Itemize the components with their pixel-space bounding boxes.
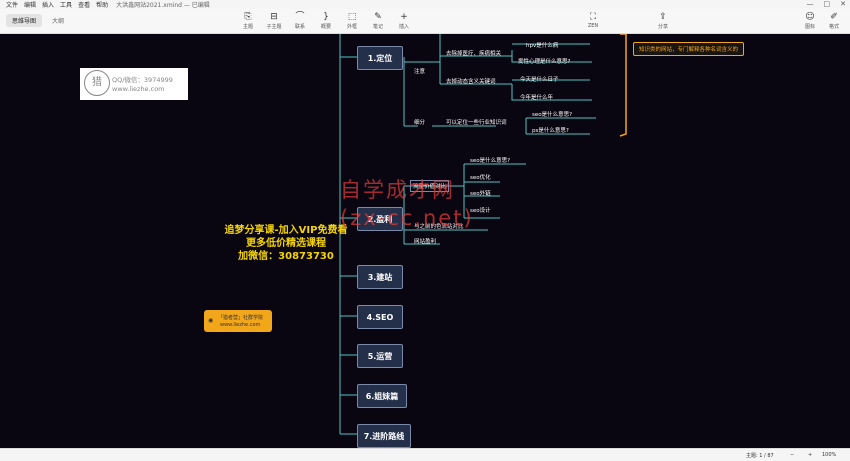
boundary-label: 外框 (346, 24, 357, 30)
subtopic-medical[interactable]: 去除掉医疗、疾病相关 (446, 49, 501, 57)
format-button[interactable]: ✐ 格式 (821, 11, 847, 30)
note-label: 笔记 (372, 24, 383, 30)
maximize-button[interactable]: □ (824, 0, 831, 8)
minimize-button[interactable]: — (807, 0, 814, 8)
note-knowledge[interactable]: 知识类的网站，专门解释各种名词含义的 (633, 42, 745, 56)
document-title: 大洪鑫网站2021.xmind — 已编辑 (116, 2, 210, 9)
subtopic-button[interactable]: ⊟ 子主题 (261, 11, 287, 30)
site-watermark: 自学成才网 (zx-cc.net) (340, 176, 474, 232)
boundary-icon: ⬚ (347, 12, 357, 22)
topic-sister[interactable]: 6.姐妹篇 (357, 384, 407, 408)
label-notice[interactable]: 注意 (414, 67, 425, 75)
topic-count: 主题: 1 / 87 (746, 453, 774, 459)
note-icon: ✎ (374, 12, 382, 22)
share-button[interactable]: ⇪ 分享 (650, 11, 676, 30)
promo-line-3: 加微信：30873730 (238, 251, 334, 262)
subtopic-label: 子主题 (266, 24, 282, 30)
smiley-icon: ☺ (805, 12, 815, 22)
menu-file[interactable]: 文件 (6, 0, 18, 9)
boundary-button[interactable]: ⬚ 外框 (339, 11, 365, 30)
mindmap-canvas[interactable]: 1.定位 2.盈利 3.建站 4.SEO 5.运营 6.姐妹篇 7.进阶路线 去… (0, 34, 850, 448)
summary-button[interactable]: } 概要 (313, 11, 339, 30)
topic-label: 主题 (242, 24, 253, 30)
logo-url: www.liezhe.com (112, 85, 165, 93)
topic-icon: ⎘ (244, 12, 252, 22)
share-label: 分享 (657, 24, 668, 30)
menu-bar: 文件 编辑 插入 工具 查看 帮助 大洪鑫网站2021.xmind — 已编辑 (0, 0, 850, 9)
subtopic-icon: ⊟ (270, 12, 278, 22)
logo-seal-icon: 猎 (84, 70, 110, 96)
menu-view[interactable]: 查看 (78, 0, 90, 9)
subtopic-segment[interactable]: 可以定位一些行业知识词 (446, 118, 507, 126)
badge-line-2: www.liezhe.com (220, 322, 261, 328)
leaf-mind[interactable]: 爱性心理是什么意思? (518, 57, 570, 65)
menu-edit[interactable]: 编辑 (24, 0, 36, 9)
menu-tools[interactable]: 工具 (60, 0, 72, 9)
topic-operation[interactable]: 5.运营 (357, 344, 403, 368)
zoom-in-button[interactable]: + (808, 452, 812, 458)
subtopic-dynamic[interactable]: 去掉动态含义关键词 (446, 77, 496, 85)
format-label: 格式 (828, 24, 839, 30)
badge-icon: ◉ (208, 317, 214, 324)
view-tabs: 思维导图 大纲 (6, 14, 70, 27)
tab-mindmap[interactable]: 思维导图 (6, 14, 43, 27)
topic-positioning[interactable]: 1.定位 (357, 46, 403, 70)
fullscreen-icon: ⛶ (589, 12, 597, 22)
zen-label: ZEN (587, 23, 599, 29)
leaf-hpv[interactable]: hpv是什么病 (526, 41, 558, 49)
topic-seo[interactable]: 4.SEO (357, 305, 403, 329)
relationship-button[interactable]: ⌒ 联系 (287, 11, 313, 30)
promo-line-2: 更多低价精选课程 (246, 238, 326, 249)
status-bar: 主题: 1 / 87 − + 100% (0, 448, 850, 461)
topic-advanced[interactable]: 7.进阶路线 (357, 424, 411, 448)
insert-button[interactable]: + 插入 (391, 11, 417, 30)
community-badge: ◉ 「猎者营」社群学院 www.liezhe.com (204, 310, 272, 332)
leaf-seo[interactable]: seo是什么意思? (532, 110, 572, 118)
topic-site-building[interactable]: 3.建站 (357, 265, 403, 289)
plus-icon: + (400, 12, 408, 22)
menu-help[interactable]: 帮助 (96, 0, 108, 9)
zoom-out-button[interactable]: − (790, 452, 794, 458)
menu-insert[interactable]: 插入 (42, 0, 54, 9)
share-icon: ⇪ (659, 12, 667, 22)
zen-button[interactable]: ⛶ ZEN (580, 11, 606, 29)
label-segment[interactable]: 细分 (414, 118, 425, 126)
watermark-line-1: 自学成才网 (340, 178, 455, 202)
subtopic-site-profit[interactable]: 网站盈利 (414, 237, 436, 245)
leaf-today[interactable]: 今天是什么日子 (520, 75, 559, 83)
badge-line-1: 「猎者营」社群学院 (218, 315, 264, 321)
icon-panel-button[interactable]: ☺ 图标 (797, 11, 823, 30)
leaf-ps[interactable]: ps是什么意思? (532, 126, 569, 134)
insert-label: 插入 (398, 24, 409, 30)
summary-icon: } (323, 12, 329, 22)
tab-outline[interactable]: 大纲 (46, 14, 70, 27)
icon-panel-label: 图标 (804, 24, 815, 30)
topic-button[interactable]: ⎘ 主题 (235, 11, 261, 30)
note-button[interactable]: ✎ 笔记 (365, 11, 391, 30)
brush-icon: ✐ (830, 12, 838, 22)
relationship-icon: ⌒ (295, 12, 305, 22)
logo-qq: QQ/微信：3974999 (112, 76, 173, 84)
relationship-label: 联系 (294, 24, 305, 30)
leaf-seo-question[interactable]: seo是什么意思? (470, 156, 510, 164)
zoom-level[interactable]: 100% (822, 452, 836, 458)
watermark-line-2: (zx-cc.net) (340, 206, 474, 230)
close-button[interactable]: ✕ (840, 0, 846, 8)
logo-watermark: 猎 QQ/微信：3974999 www.liezhe.com (80, 68, 188, 100)
summary-label: 概要 (320, 24, 331, 30)
toolbar: — □ ✕ 思维导图 大纲 ⎘ 主题 ⊟ 子主题 ⌒ 联系 } 概要 ⬚ 外框 ✎ 笔记 +… (0, 0, 850, 34)
window-controls: — □ ✕ (807, 0, 847, 8)
leaf-year[interactable]: 今年是什么年 (520, 93, 553, 101)
